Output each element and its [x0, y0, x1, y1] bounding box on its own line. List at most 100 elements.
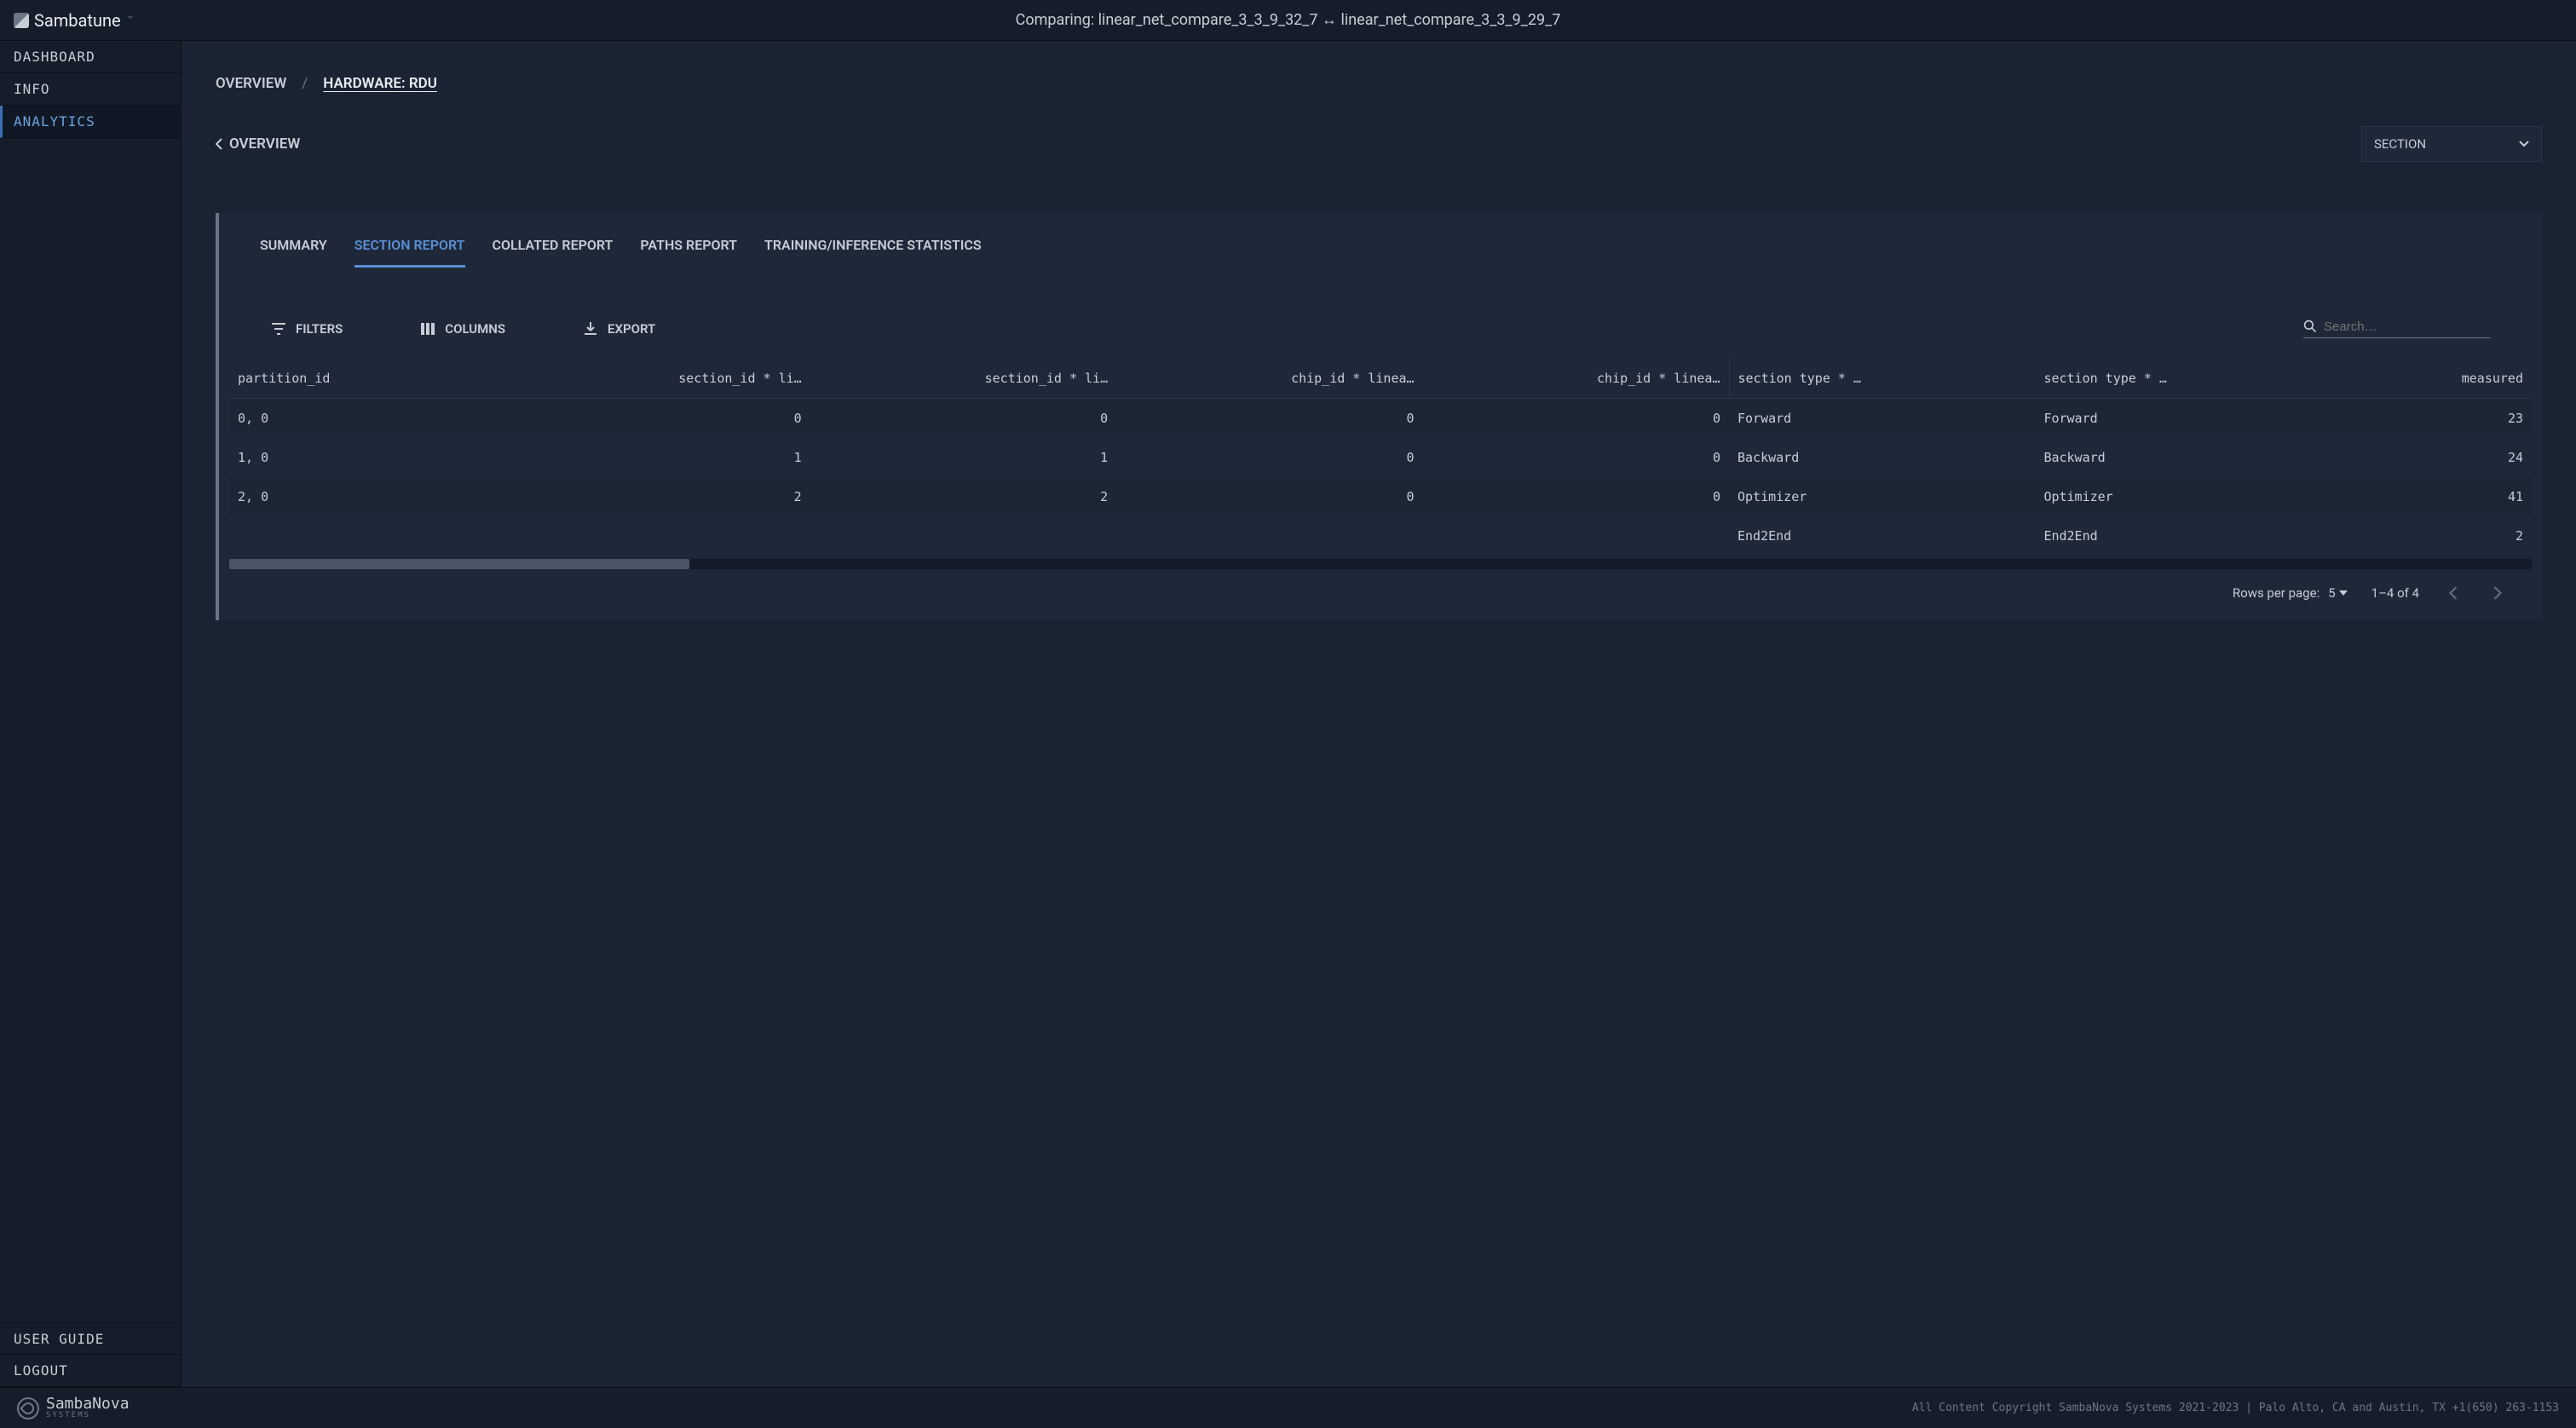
table-row[interactable]: End2End End2End 2: [229, 516, 2532, 556]
cell-section-type-b: End2End: [2035, 516, 2341, 556]
sidebar-item-label: INFO: [14, 81, 50, 97]
col-measured[interactable]: measured: [2342, 359, 2532, 399]
main-content: OVERVIEW / HARDWARE: RDU OVERVIEW SECTIO…: [182, 41, 2576, 1387]
table-row[interactable]: 0, 0 0 0 0 0 Forward Forward 23: [229, 399, 2532, 439]
cell-measured: 23: [2342, 399, 2532, 439]
horizontal-scroll-thumb[interactable]: [229, 559, 689, 569]
breadcrumb-current[interactable]: HARDWARE: RDU: [323, 75, 437, 92]
cell-section-type-a: Backward: [1729, 438, 2035, 477]
data-table: partition_id section_id * li… section_id…: [219, 359, 2542, 556]
cell-section-type-b: Forward: [2035, 399, 2341, 439]
prev-page-button[interactable]: [2443, 583, 2464, 603]
cell-partition-id: 0, 0: [229, 399, 504, 439]
download-icon: [582, 320, 599, 337]
chevron-left-icon: [2449, 586, 2458, 600]
cell-section-id-a: 0: [504, 399, 810, 439]
table-toolbar: FILTERS COLUMNS EXPORT: [219, 268, 2542, 359]
breadcrumb-separator: /: [302, 75, 308, 92]
cell-chip-id-a: 0: [1116, 399, 1422, 439]
cell-partition-id: [229, 516, 504, 556]
sidebar-item-label: DASHBOARD: [14, 49, 95, 65]
cell-section-id-a: [504, 516, 810, 556]
cell-chip-id-b: [1423, 516, 1729, 556]
sidebar-item-logout[interactable]: LOGOUT: [0, 1355, 181, 1387]
cell-section-id-b: 2: [810, 477, 1116, 516]
sidebar-item-label: ANALYTICS: [14, 113, 95, 130]
top-bar: Sambatune ™ Comparing: linear_net_compar…: [0, 0, 2576, 41]
rows-per-page-value: 5: [2328, 585, 2335, 601]
col-section-id-b[interactable]: section_id * li…: [810, 359, 1116, 399]
table-row[interactable]: 1, 0 1 1 0 0 Backward Backward 24: [229, 438, 2532, 477]
report-card: SUMMARY SECTION REPORT COLLATED REPORT P…: [216, 213, 2542, 620]
page-range: 1–4 of 4: [2371, 585, 2419, 601]
tab-label: TRAINING/INFERENCE STATISTICS: [764, 237, 982, 253]
columns-icon: [419, 320, 436, 337]
cell-chip-id-b: 0: [1423, 399, 1729, 439]
tab-paths-report[interactable]: PATHS REPORT: [640, 228, 737, 268]
tab-label: SUMMARY: [260, 237, 327, 253]
section-dropdown[interactable]: SECTION: [2361, 126, 2542, 162]
cell-chip-id-a: 0: [1116, 477, 1422, 516]
sidebar-item-dashboard[interactable]: DASHBOARD: [0, 41, 181, 73]
cell-partition-id: 1, 0: [229, 438, 504, 477]
table-row[interactable]: 2, 0 2 2 0 0 Optimizer Optimizer 41: [229, 477, 2532, 516]
cell-section-type-b: Backward: [2035, 438, 2341, 477]
col-section-type-a[interactable]: section type * …: [1729, 359, 2035, 399]
app-logo: Sambatune ™: [14, 10, 133, 31]
tab-section-report[interactable]: SECTION REPORT: [354, 228, 465, 268]
cell-section-id-a: 1: [504, 438, 810, 477]
columns-button[interactable]: COLUMNS: [419, 320, 505, 337]
rows-per-page-label: Rows per page:: [2233, 585, 2320, 601]
cell-measured: 2: [2342, 516, 2532, 556]
search-icon: [2303, 319, 2317, 334]
col-partition-id[interactable]: partition_id: [229, 359, 504, 399]
footer-logo: SambaNova SYSTEMS: [17, 1396, 130, 1419]
cell-section-id-b: [810, 516, 1116, 556]
sidebar-item-user-guide[interactable]: USER GUIDE: [0, 1322, 181, 1355]
logo-mark-icon: [14, 13, 29, 28]
cell-partition-id: 2, 0: [229, 477, 504, 516]
cell-chip-id-a: 0: [1116, 438, 1422, 477]
col-chip-id-b[interactable]: chip_id * linea…: [1423, 359, 1729, 399]
tab-training-inference-statistics[interactable]: TRAINING/INFERENCE STATISTICS: [764, 228, 982, 268]
cell-section-type-b: Optimizer: [2035, 477, 2341, 516]
chevron-right-icon: [2493, 586, 2502, 600]
footer-copyright: All Content Copyright SambaNova Systems …: [1912, 1402, 2559, 1414]
col-section-id-a[interactable]: section_id * li…: [504, 359, 810, 399]
export-button[interactable]: EXPORT: [582, 320, 655, 337]
next-page-button[interactable]: [2487, 583, 2508, 603]
comparing-title: Comparing: linear_net_compare_3_3_9_32_7…: [1016, 11, 1561, 29]
sidebar-item-label: LOGOUT: [14, 1362, 68, 1379]
cell-chip-id-b: 0: [1423, 438, 1729, 477]
col-section-type-b[interactable]: section type * …: [2035, 359, 2341, 399]
filters-button[interactable]: FILTERS: [270, 320, 343, 337]
search-input[interactable]: [2324, 320, 2491, 334]
chevron-left-icon: [216, 138, 222, 150]
sidebar-item-info[interactable]: INFO: [0, 73, 181, 106]
rows-per-page-select[interactable]: 5: [2328, 585, 2347, 601]
cell-measured: 41: [2342, 477, 2532, 516]
trademark: ™: [128, 15, 133, 25]
tab-label: PATHS REPORT: [640, 237, 737, 253]
back-button[interactable]: OVERVIEW: [216, 135, 300, 153]
chevron-down-icon: [2519, 141, 2529, 147]
tab-label: COLLATED REPORT: [493, 237, 614, 253]
tab-summary[interactable]: SUMMARY: [260, 228, 327, 268]
report-tabs: SUMMARY SECTION REPORT COLLATED REPORT P…: [219, 213, 2542, 268]
search-field[interactable]: [2303, 319, 2491, 338]
back-button-label: OVERVIEW: [229, 135, 300, 153]
table-header-row: partition_id section_id * li… section_id…: [229, 359, 2532, 399]
tab-collated-report[interactable]: COLLATED REPORT: [493, 228, 614, 268]
pagination: Rows per page: 5 1–4 of 4: [219, 569, 2542, 620]
footer-logo-icon: [17, 1397, 39, 1419]
horizontal-scrollbar[interactable]: [229, 559, 2532, 569]
cell-section-type-a: End2End: [1729, 516, 2035, 556]
footer-brand-sub: SYSTEMS: [46, 1412, 130, 1419]
filter-icon: [270, 320, 287, 337]
col-chip-id-a[interactable]: chip_id * linea…: [1116, 359, 1422, 399]
sidebar-item-analytics[interactable]: ANALYTICS: [0, 106, 181, 138]
cell-section-id-b: 1: [810, 438, 1116, 477]
export-label: EXPORT: [608, 321, 655, 337]
breadcrumb-root[interactable]: OVERVIEW: [216, 75, 286, 92]
sidebar-item-label: USER GUIDE: [14, 1331, 104, 1347]
